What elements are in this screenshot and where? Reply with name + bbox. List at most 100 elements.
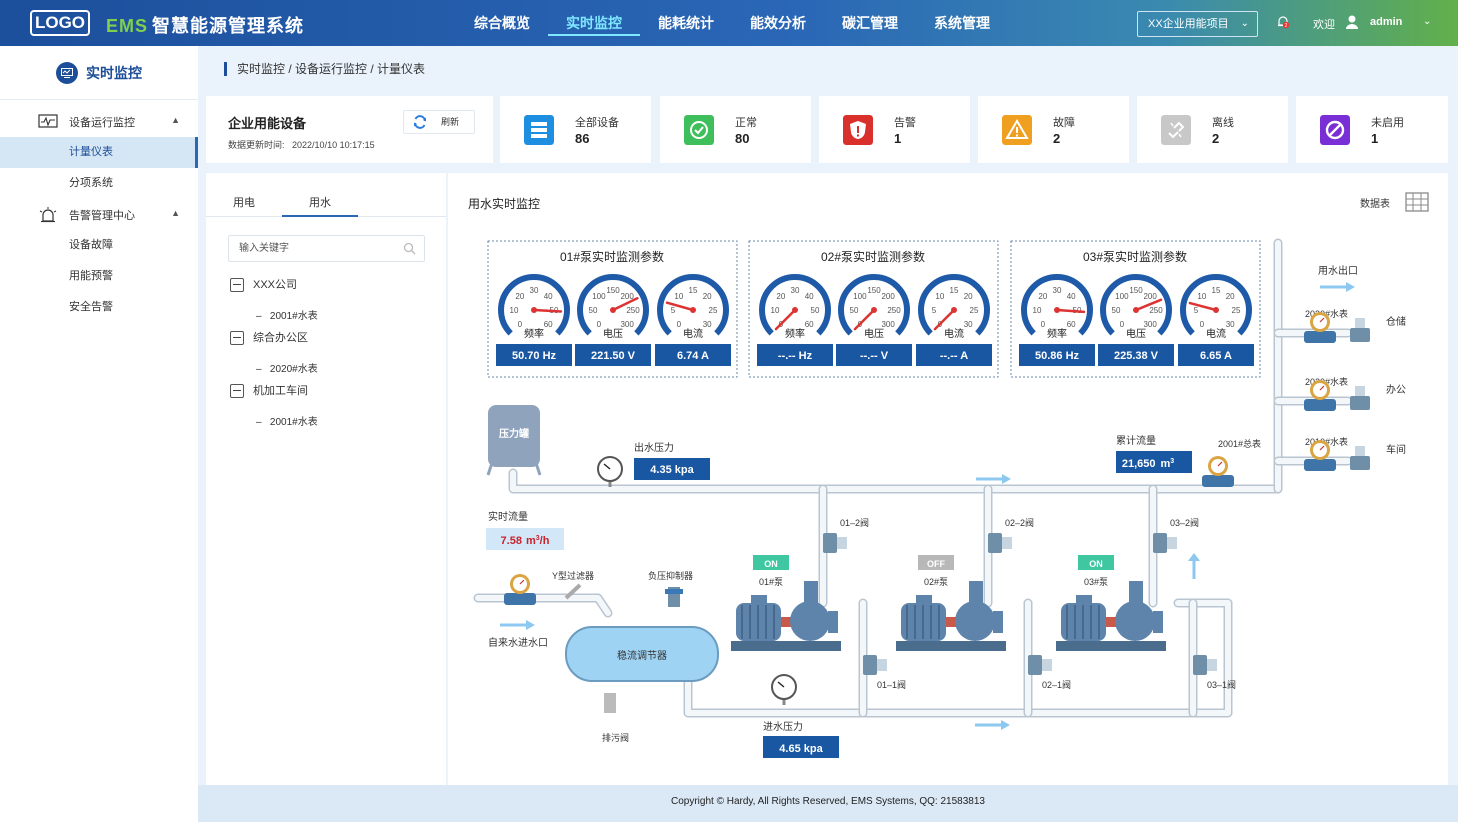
- tree-node[interactable]: 机加工车间: [230, 384, 308, 399]
- gauge-tick-label: 30: [530, 286, 539, 295]
- app-title-text: 智慧能源管理系统: [152, 16, 305, 36]
- valve-handle: [1207, 659, 1217, 671]
- gauge-tick-label: 300: [1143, 320, 1157, 329]
- shield-alert-icon: [843, 115, 873, 145]
- sidebar-group-alarm[interactable]: 告警管理中心 ▲: [0, 199, 198, 230]
- tree-leaf-label: 2020#水表: [269, 364, 318, 375]
- stat-card[interactable]: 告警 1: [819, 96, 970, 163]
- refresh-button[interactable]: 刷新: [403, 110, 475, 134]
- gauge-tick-label: 0: [1200, 320, 1205, 329]
- username[interactable]: admin: [1370, 16, 1402, 28]
- project-select[interactable]: XX企业用能项目 ⌄: [1137, 11, 1258, 37]
- search-input[interactable]: 输入关键字: [228, 235, 425, 262]
- gauge-tick-label: 5: [671, 306, 676, 315]
- gauge-tick-label: 100: [853, 292, 867, 301]
- gauge-tick-label: 100: [1115, 292, 1129, 301]
- nav-carbon[interactable]: 碳汇管理: [824, 0, 916, 46]
- sidebar-item-fault[interactable]: 设备故障: [0, 230, 198, 261]
- tree-node[interactable]: XXX公司: [230, 278, 297, 293]
- tree-leaf[interactable]: – 2001#水表: [256, 307, 318, 322]
- gauge-label: 频率: [785, 327, 805, 340]
- bell-icon[interactable]: 2: [1276, 15, 1290, 29]
- stat-card[interactable]: 未启用 1: [1296, 96, 1448, 163]
- valve-handle: [1355, 318, 1365, 328]
- forbidden-icon: [1320, 115, 1350, 145]
- gauge-tick-label: 15: [689, 286, 698, 295]
- water-meter-body: [1304, 459, 1336, 471]
- valve-icon: [863, 655, 887, 675]
- pump-panel-title: 02#泵实时监测参数: [821, 249, 925, 264]
- pump-outlet: [1129, 581, 1143, 605]
- suppressor-label: 负压抑制器: [648, 570, 693, 581]
- stat-label: 全部设备: [575, 117, 619, 129]
- tree-leaf[interactable]: – 2020#水表: [256, 360, 318, 375]
- sidebar-item-meter[interactable]: 计量仪表: [0, 137, 198, 168]
- gauge-tick-label: 0: [597, 320, 602, 329]
- gauge-tick-label: 150: [867, 286, 881, 295]
- sidebar-group-device[interactable]: 设备运行监控 ▲: [0, 106, 198, 137]
- sidebar-item-subsystem[interactable]: 分项系统: [0, 168, 198, 199]
- stat-card[interactable]: 全部设备 86: [500, 96, 651, 163]
- stat-card[interactable]: 离线 2: [1137, 96, 1288, 163]
- gauge-tick-label: 0: [677, 320, 682, 329]
- gauge-tick-label: 10: [510, 306, 519, 315]
- valve-icon: [988, 533, 1012, 553]
- warning-triangle-icon: [1002, 115, 1032, 145]
- nav-efficiency[interactable]: 能效分析: [732, 0, 824, 46]
- valve-icon: [1193, 655, 1217, 675]
- sidebar-item-warning[interactable]: 用能预警: [0, 261, 198, 292]
- tree-leaf[interactable]: – 2001#水表: [256, 413, 318, 428]
- valve-body: [823, 533, 837, 553]
- flow-arrow-icon: [1002, 474, 1011, 484]
- pressure-tank-label: 压力罐: [499, 427, 529, 440]
- tab-electricity[interactable]: 用电: [206, 189, 282, 217]
- inlet-pressure-label: 进水压力: [763, 720, 803, 733]
- gauge-tick-label: 250: [887, 306, 901, 315]
- gauge-hub: [1133, 307, 1139, 313]
- pump-volute: [1115, 601, 1155, 641]
- pump-outlet: [804, 581, 818, 605]
- gauge-tick-label: 40: [544, 292, 553, 301]
- gauge-tick-label: 20: [964, 292, 973, 301]
- gauge-hub: [792, 307, 798, 313]
- gauge-value: 221.50 V: [591, 350, 636, 362]
- collapse-icon[interactable]: [230, 331, 244, 346]
- collapse-icon[interactable]: [230, 278, 244, 293]
- valve-icon: [1028, 655, 1052, 675]
- tree-node[interactable]: 综合办公区: [230, 331, 308, 346]
- gauge-hub: [531, 307, 537, 313]
- gauge-hub: [871, 307, 877, 313]
- valve-label: 02–2阀: [1005, 518, 1034, 528]
- nav-consumption[interactable]: 能耗统计: [640, 0, 732, 46]
- stat-card[interactable]: 故障 2: [978, 96, 1129, 163]
- collapse-icon[interactable]: [230, 384, 244, 399]
- gauge-label: 电压: [864, 327, 884, 340]
- stat-card[interactable]: 正常 80: [660, 96, 811, 163]
- chevron-up-icon[interactable]: ▲: [171, 115, 180, 125]
- update-time-value: 2022/10/10 10:17:15: [292, 140, 375, 150]
- search-icon: [403, 242, 416, 255]
- gauge-tick-label: 50: [811, 306, 820, 315]
- cumulative-flow-value: 21,650: [1122, 458, 1156, 470]
- server-icon: [524, 115, 554, 145]
- nav-realtime[interactable]: 实时监控: [548, 0, 640, 46]
- pump-base: [1056, 641, 1166, 651]
- nav-system[interactable]: 系统管理: [916, 0, 1008, 46]
- notification-count: 2: [1285, 23, 1288, 29]
- water-meter-body: [1304, 331, 1336, 343]
- nav-overview[interactable]: 综合概览: [456, 0, 548, 46]
- gauge-tick-label: 10: [1197, 292, 1206, 301]
- chevron-down-icon[interactable]: ⌄: [1423, 16, 1431, 27]
- gauge-tick-label: 40: [1067, 292, 1076, 301]
- stat-label: 未启用: [1371, 117, 1404, 129]
- sidebar-item-safety[interactable]: 安全告警: [0, 292, 198, 323]
- gauge-value: --.-- Hz: [778, 350, 813, 362]
- tab-water[interactable]: 用水: [282, 189, 358, 217]
- footer: Copyright © Hardy, All Rights Reserved, …: [198, 785, 1458, 822]
- suppressor-cap: [665, 589, 683, 594]
- chevron-up-icon[interactable]: ▲: [171, 208, 180, 218]
- drain-label: 排污阀: [602, 732, 629, 743]
- tab-bar: 用电 用水: [206, 189, 446, 217]
- chevron-down-icon: ⌄: [1240, 18, 1249, 29]
- alarm-light-icon: [39, 207, 57, 223]
